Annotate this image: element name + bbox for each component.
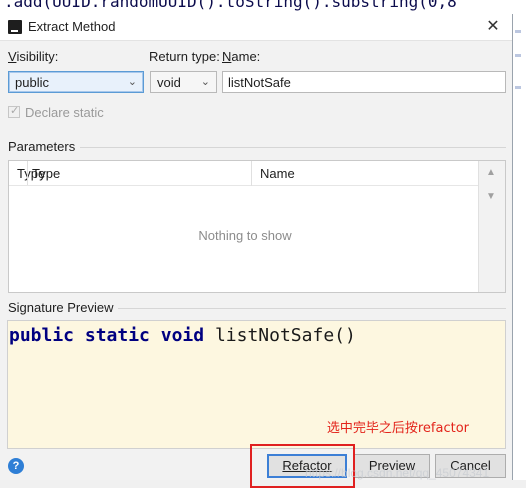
intellij-icon — [8, 20, 22, 34]
empty-state-text: Nothing to show — [198, 228, 292, 243]
name-label: Name: — [222, 49, 261, 64]
chevron-down-icon: ⌄ — [127, 76, 137, 88]
method-name-value: listNotSafe — [228, 75, 291, 90]
editor-code-line: .add(UUID.randomUUID().toString().substr… — [4, 0, 457, 11]
return-type-label: Return type: — [149, 49, 220, 64]
return-type-select[interactable]: void ⌄ — [150, 71, 217, 93]
return-type-value: void — [157, 75, 181, 90]
keyword-static: static — [84, 325, 150, 346]
method-signature: listNotSafe() — [214, 325, 356, 346]
triangle-down-icon[interactable]: ▼ — [486, 191, 496, 202]
parameters-toolbar: ▲ ▼ — [478, 161, 505, 292]
signature-code: public static void listNotSafe() — [9, 325, 356, 346]
declare-static-label: Declare static — [25, 105, 104, 120]
column-header-label: Type — [32, 166, 61, 181]
column-header-type-area: Type — [27, 161, 251, 186]
gutter-mark — [515, 54, 521, 57]
column-header-name[interactable]: Name — [252, 161, 481, 186]
extract-method-dialog: Extract Method ✕ Visibility: Return type… — [0, 14, 513, 488]
gutter-mark — [515, 30, 521, 33]
check-icon: ✓ — [10, 105, 20, 117]
close-icon[interactable]: ✕ — [482, 17, 504, 37]
parameters-table: Type Type Name Nothing to show ▲ ▼ — [8, 160, 506, 293]
annotation-text: 选中完毕之后按refactor — [326, 421, 469, 436]
declare-static-checkbox[interactable]: ✓ — [8, 105, 20, 118]
visibility-label: Visibility: — [8, 49, 59, 64]
help-icon[interactable]: ? — [8, 458, 24, 474]
dialog-titlebar: Extract Method ✕ — [0, 14, 512, 41]
watermark-text: https://blog.csdn.net/qq_45074341 — [305, 466, 490, 480]
triangle-up-icon[interactable]: ▲ — [486, 167, 496, 178]
method-name-field[interactable]: listNotSafe — [222, 71, 506, 93]
column-header-label: Name — [260, 166, 295, 181]
editor-right-gutter — [511, 14, 526, 480]
chevron-down-icon: ⌄ — [200, 76, 210, 88]
parameters-section-label: Parameters — [8, 139, 76, 154]
keyword-void: void — [160, 325, 205, 346]
dialog-title: Extract Method — [28, 19, 116, 34]
visibility-select[interactable]: public ⌄ — [8, 71, 144, 93]
signature-preview-label: Signature Preview — [8, 300, 114, 315]
gutter-mark — [515, 86, 521, 89]
signature-preview-box: public static void listNotSafe() 选中完毕之后按… — [7, 320, 506, 449]
keyword-public: public — [9, 325, 75, 346]
section-divider — [80, 147, 506, 148]
editor-background-code: .add(UUID.randomUUID().toString().substr… — [0, 0, 526, 14]
visibility-value: public — [15, 75, 49, 90]
section-divider — [118, 308, 506, 309]
